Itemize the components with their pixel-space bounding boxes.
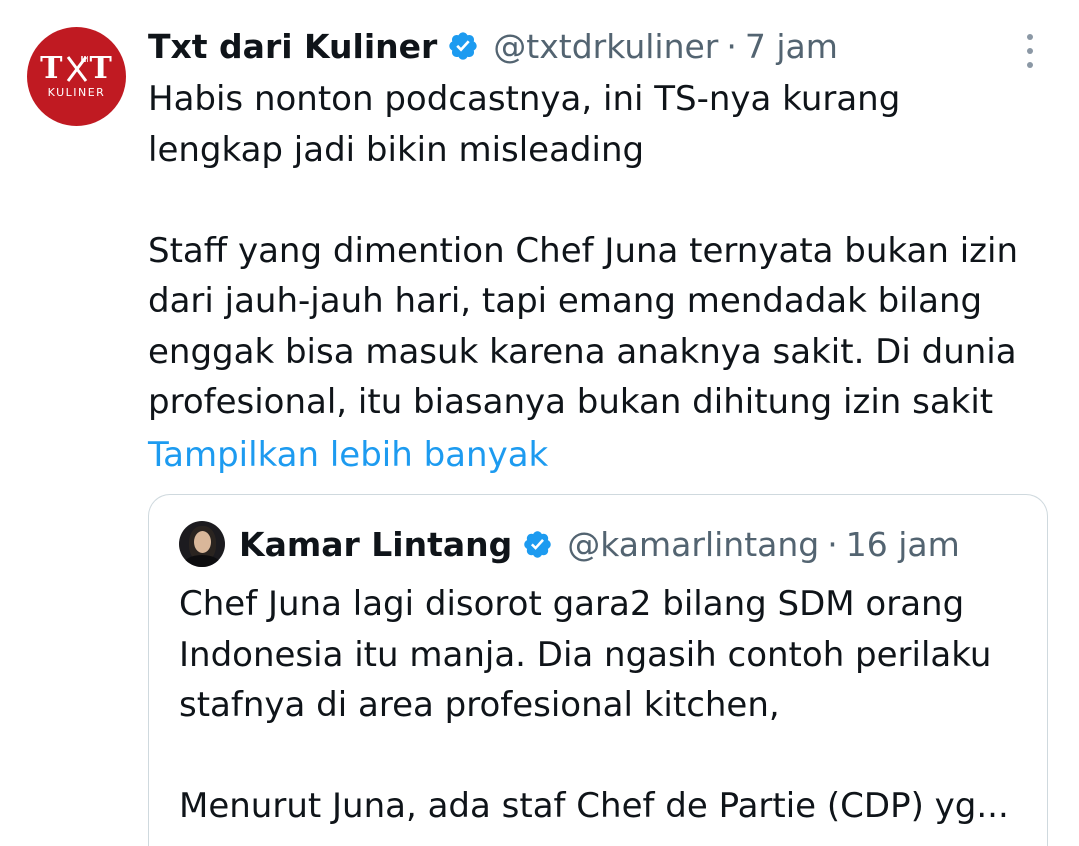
- tweet-text-line: enggak bisa masuk karena anaknya sakit. …: [148, 331, 1017, 372]
- tweet-text-line: Staff yang dimention Chef Juna ternyata …: [148, 230, 1018, 271]
- quoted-text-line: Chef Juna lagi disorot gara2 bilang SDM …: [179, 584, 965, 624]
- quoted-tweet-text: Chef Juna lagi disorot gara2 bilang SDM …: [179, 579, 1039, 832]
- fork-icon: [66, 56, 88, 82]
- quoted-avatar[interactable]: [179, 521, 225, 567]
- verified-badge-icon[interactable]: [447, 30, 479, 62]
- quoted-text-line: Menurut Juna, ada staf Chef de Partie (C…: [179, 786, 1009, 826]
- tweet-text-line: Habis nonton podcastnya, ini TS-nya kura…: [148, 79, 901, 119]
- avatar[interactable]: T T KULINER: [27, 27, 126, 126]
- quoted-display-name[interactable]: Kamar Lintang: [239, 525, 512, 564]
- show-more-link[interactable]: Tampilkan lebih banyak: [148, 430, 548, 480]
- separator-dot: ·: [827, 524, 838, 564]
- avatar-logo-sub: KULINER: [47, 86, 106, 99]
- tweet-header: Txt dari Kuliner @txtdrkuliner · 7 jam: [148, 22, 838, 70]
- tweet-text-line: lengkap jadi bikin misleading: [148, 129, 645, 170]
- tweet-text-line: dari jauh-jauh hari, tapi emang mendadak…: [148, 281, 983, 321]
- quoted-tweet-header: Kamar Lintang @kamarlintang · 16 jam: [239, 521, 960, 567]
- quoted-text-line: Indonesia itu manja. Dia ngasih contoh p…: [179, 634, 992, 675]
- separator-dot: ·: [726, 26, 737, 66]
- quoted-tweet[interactable]: Kamar Lintang @kamarlintang · 16 jam Che…: [148, 494, 1048, 846]
- handle[interactable]: @txtdrkuliner: [493, 27, 718, 66]
- tweet[interactable]: T T KULINER Txt dari Kuliner @txtdrkulin…: [0, 0, 1079, 846]
- avatar-logo: T T: [40, 51, 113, 86]
- display-name[interactable]: Txt dari Kuliner: [148, 27, 437, 66]
- quoted-timestamp[interactable]: 16 jam: [846, 525, 960, 564]
- quoted-text-line: stafnya di area profesional kitchen,: [179, 685, 780, 725]
- tweet-text-line: profesional, itu biasanya bukan dihitung…: [148, 382, 994, 422]
- verified-badge-icon[interactable]: [522, 529, 553, 560]
- more-vertical-icon[interactable]: [1018, 34, 1042, 68]
- timestamp[interactable]: 7 jam: [745, 27, 838, 66]
- quoted-handle[interactable]: @kamarlintang: [567, 525, 819, 564]
- tweet-text: Habis nonton podcastnya, ini TS-nya kura…: [148, 74, 1048, 428]
